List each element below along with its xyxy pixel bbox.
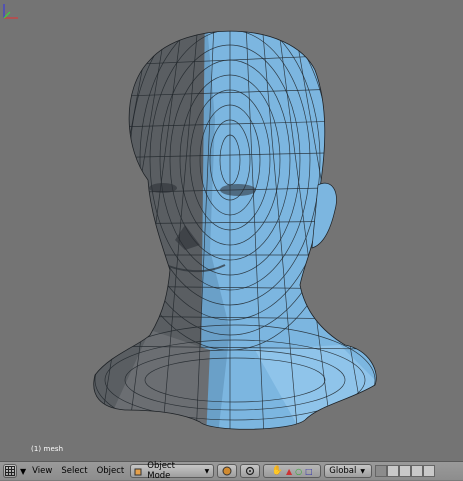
orientation-label: Global: [329, 466, 357, 476]
layer-button[interactable]: [387, 465, 400, 477]
triangle-down-icon[interactable]: ▼: [20, 467, 26, 476]
menu-object[interactable]: Object: [94, 464, 128, 478]
pivot-button[interactable]: [240, 464, 261, 478]
editor-type-button[interactable]: [3, 464, 17, 478]
circle-icon[interactable]: ○: [295, 467, 302, 476]
shading-button[interactable]: [217, 464, 238, 478]
3d-viewport[interactable]: (1) mesh: [0, 0, 463, 461]
layer-button[interactable]: [399, 465, 412, 477]
axis-gizmo-icon: [3, 4, 18, 19]
viewport-header: ▼ View Select Object Object Mode ▼ ✋ ▲ ○…: [0, 461, 463, 481]
grid-editor-icon: [5, 466, 15, 476]
layer-button[interactable]: [375, 465, 388, 477]
dropdown-arrow-icon: ▼: [204, 467, 210, 475]
mode-cube-icon: [134, 468, 142, 476]
object-label: (1) mesh: [31, 445, 64, 453]
menu-view[interactable]: View: [29, 464, 55, 478]
dropdown-arrow-icon: ▼: [360, 467, 365, 475]
hand-icon[interactable]: ✋: [272, 466, 283, 476]
mode-dropdown[interactable]: Object Mode ▼: [130, 461, 215, 481]
pivot-icon: [246, 466, 255, 476]
mode-label: Object Mode: [147, 461, 175, 481]
menu-select[interactable]: Select: [58, 464, 90, 478]
triangle-icon[interactable]: ▲: [286, 467, 292, 476]
layer-button[interactable]: [411, 465, 424, 477]
manipulator-group[interactable]: ✋ ▲ ○ □: [263, 464, 322, 478]
square-icon[interactable]: □: [305, 467, 313, 476]
head-mesh: [93, 30, 377, 430]
shading-sphere-icon: [222, 466, 232, 476]
orientation-dropdown[interactable]: Global ▼: [324, 464, 373, 478]
layer-button[interactable]: [423, 465, 436, 477]
layers-grid-icon[interactable]: [375, 465, 436, 477]
